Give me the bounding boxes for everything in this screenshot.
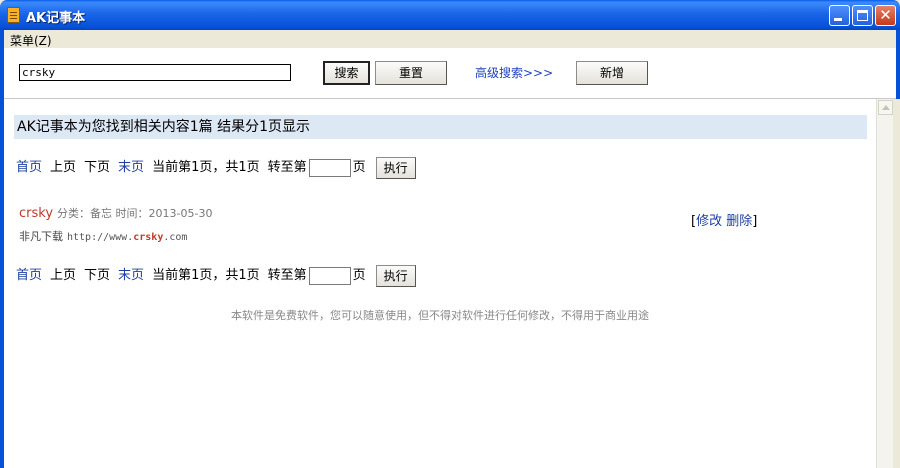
pager-goto-prefix: 转至第 xyxy=(267,268,307,283)
entry-meta: 分类：备忘 时间：2013-05-30 xyxy=(57,207,213,220)
close-icon: ✕ xyxy=(879,6,892,24)
minimize-icon xyxy=(834,18,842,21)
entry-url-highlight: crsky xyxy=(133,232,164,243)
pager-next: 下页 xyxy=(84,268,111,283)
toolbar: 搜索 重置 高级搜索>>> 新增 xyxy=(4,48,896,99)
pager-goto-suffix: 页 xyxy=(352,268,366,283)
pager-bottom: 首页 上页 下页 末页 当前第1页，共1页 转至第 页执行 xyxy=(16,264,416,287)
pager-goto-suffix: 页 xyxy=(352,160,366,175)
arrow-up-icon xyxy=(882,105,890,110)
entry-url: http://www.crsky.com xyxy=(67,232,187,243)
close-button[interactable]: ✕ xyxy=(875,5,896,26)
minimize-button[interactable] xyxy=(829,5,850,26)
entry-actions: [修改 删除] xyxy=(691,210,757,229)
pager-prev: 上页 xyxy=(50,268,77,283)
menu-item-main[interactable]: 菜单(Z) xyxy=(10,32,52,49)
delete-link[interactable]: 删除 xyxy=(726,214,752,229)
reset-button[interactable]: 重置 xyxy=(375,61,447,85)
list-item: crsky 分类：备忘 时间：2013-05-30 非凡下载 http://www.… xyxy=(19,205,779,244)
notebook-icon xyxy=(7,7,20,23)
add-button[interactable]: 新增 xyxy=(576,61,648,85)
results-summary: AK记事本为您找到相关内容1篇 结果分1页显示 xyxy=(14,115,867,139)
vertical-scrollbar[interactable] xyxy=(876,99,894,468)
menu-bar: 菜单(Z) xyxy=(4,30,896,48)
search-input[interactable] xyxy=(19,64,291,81)
entry-body: 非凡下载 http://www.crsky.com xyxy=(19,228,779,244)
pager-last-link[interactable]: 末页 xyxy=(118,268,144,283)
pager-status: 当前第1页，共1页 xyxy=(152,160,260,175)
bracket-close: ] xyxy=(752,214,758,229)
pager-top: 首页 上页 下页 末页 当前第1页，共1页 转至第 页执行 xyxy=(16,156,416,179)
entry-url-suffix: .com xyxy=(163,232,188,243)
maximize-icon xyxy=(857,10,868,21)
window-title: AK记事本 xyxy=(26,11,86,26)
pager-first-link[interactable]: 首页 xyxy=(16,268,42,283)
window-frame-edge xyxy=(893,99,900,468)
maximize-button[interactable] xyxy=(852,5,873,26)
advanced-search-link[interactable]: 高级搜索>>> xyxy=(475,64,553,81)
search-button[interactable]: 搜索 xyxy=(323,61,370,85)
edit-link[interactable]: 修改 xyxy=(696,214,722,229)
entry-title[interactable]: crsky xyxy=(19,206,53,221)
footer-notice: 本软件是免费软件，您可以随意使用，但不得对软件进行任何修改，不得用于商业用途 xyxy=(231,309,649,322)
pager-first-link[interactable]: 首页 xyxy=(16,160,42,175)
pager-next: 下页 xyxy=(84,160,111,175)
pager-last-link[interactable]: 末页 xyxy=(118,160,144,175)
pager-status: 当前第1页，共1页 xyxy=(152,268,260,283)
pager-prev: 上页 xyxy=(50,160,77,175)
results-panel: AK记事本为您找到相关内容1篇 结果分1页显示 首页 上页 下页 末页 当前第1页，共1… xyxy=(4,99,876,468)
entry-body-text: 非凡下载 xyxy=(19,230,63,243)
page-number-input[interactable] xyxy=(308,158,351,177)
pager-goto-prefix: 转至第 xyxy=(267,160,307,175)
execute-button[interactable]: 执行 xyxy=(375,264,416,287)
entry-url-prefix: http://www. xyxy=(67,232,134,243)
scroll-up-button[interactable] xyxy=(878,100,893,115)
title-bar[interactable]: AK记事本 ✕ xyxy=(0,0,900,30)
execute-button[interactable]: 执行 xyxy=(375,156,416,179)
page-number-input[interactable] xyxy=(308,266,351,285)
